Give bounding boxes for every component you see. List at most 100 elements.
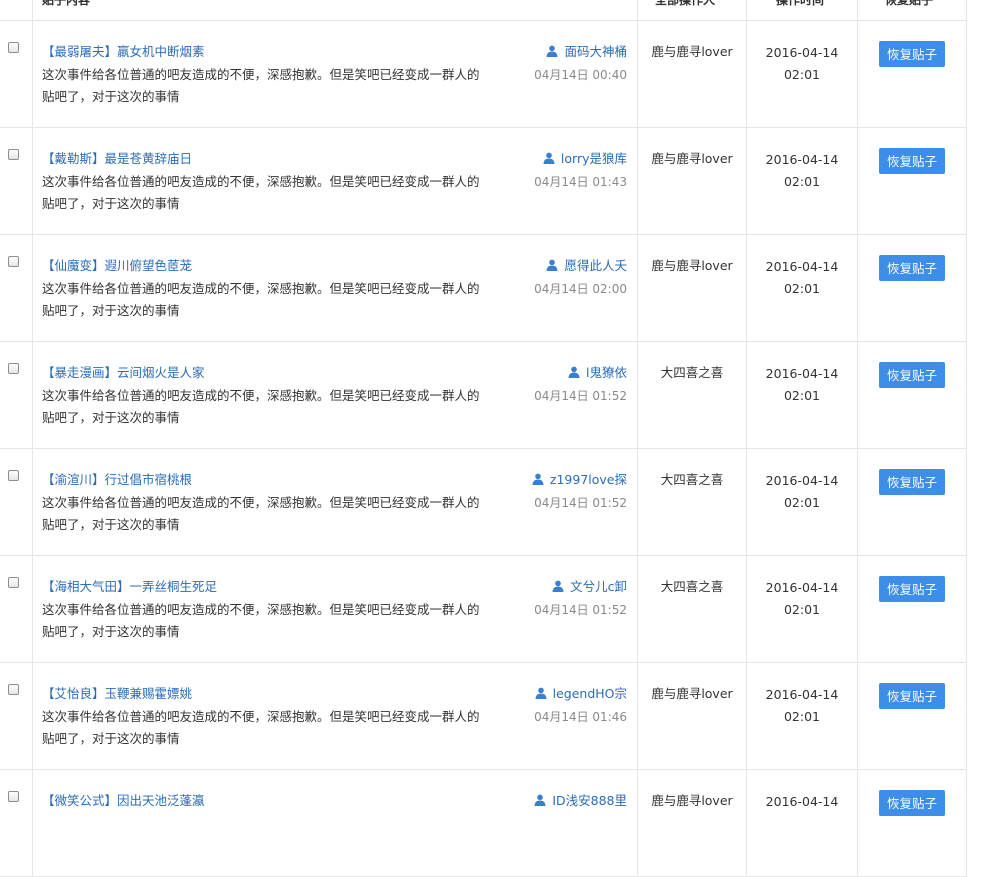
operator-name: 鹿与鹿寻lover xyxy=(651,151,733,166)
post-title-link[interactable]: 【仙魔变】遐川俯望色茝茏 xyxy=(42,256,192,276)
select-checkbox[interactable] xyxy=(8,470,19,481)
user-icon xyxy=(568,366,580,378)
operation-date: 2016-04-14 xyxy=(765,366,839,381)
post-excerpt: 这次事件给各位普通的吧友造成的不便，深感抱歉。但是笑吧已经变成一群人的贴吧了，对… xyxy=(42,602,480,639)
operator-name: 大四喜之喜 xyxy=(660,365,724,380)
post-title-link[interactable]: 【最弱屠夫】羸女机中断烟素 xyxy=(42,42,205,62)
operation-date: 2016-04-14 xyxy=(765,152,839,167)
post-excerpt: 这次事件给各位普通的吧友造成的不便，深感抱歉。但是笑吧已经变成一群人的贴吧了，对… xyxy=(42,388,480,425)
author-name: lorry是狼库 xyxy=(560,151,627,166)
operation-clock: 02:01 xyxy=(783,174,821,189)
post-title-link[interactable]: 【渝渲川】行过倡市宿桃根 xyxy=(42,470,192,490)
restore-post-button[interactable]: 恢复贴子 xyxy=(879,790,945,816)
post-author-link[interactable]: lorry是狼库 xyxy=(543,149,627,169)
author-name: l鬼獠依 xyxy=(586,365,627,380)
operator-name: 大四喜之喜 xyxy=(660,579,724,594)
user-icon xyxy=(543,152,555,164)
operation-date: 2016-04-14 xyxy=(765,259,839,274)
restore-post-button[interactable]: 恢复贴子 xyxy=(879,41,945,67)
operation-clock: 02:01 xyxy=(783,388,821,403)
header-operation-time: 操作时间 xyxy=(776,0,825,7)
operator-name: 鹿与鹿寻lover xyxy=(651,793,733,808)
author-name: 文兮儿c卸 xyxy=(570,579,627,594)
post-author-link[interactable]: 文兮儿c卸 xyxy=(552,577,627,597)
operation-time: 2016-04-14 02:01 xyxy=(747,363,857,407)
post-title-link[interactable]: 【微笑公式】因出天池泛蓬瀛 xyxy=(42,791,205,811)
post-author-link[interactable]: 愿得此人夭 xyxy=(546,256,627,276)
operation-date: 2016-04-14 xyxy=(765,580,839,595)
post-author-link[interactable]: l鬼獠依 xyxy=(568,363,627,383)
operation-time: 2016-04-14 02:01 xyxy=(747,42,857,86)
post-author-link[interactable]: z1997love探 xyxy=(532,470,627,490)
post-title-link[interactable]: 【暴走漫画】云间烟火是人家 xyxy=(42,363,205,383)
operation-time: 2016-04-14 02:01 xyxy=(747,256,857,300)
restore-post-button[interactable]: 恢复贴子 xyxy=(879,469,945,495)
restore-post-button[interactable]: 恢复贴子 xyxy=(879,255,945,281)
column-divider xyxy=(32,0,33,877)
table-row: 【微笑公式】因出天池泛蓬瀛 ID浅安888里 鹿与鹿寻lover 2016-04… xyxy=(0,770,967,877)
select-checkbox[interactable] xyxy=(8,363,19,374)
restore-post-button[interactable]: 恢复贴子 xyxy=(879,576,945,602)
user-icon xyxy=(535,687,547,699)
table-body: 【最弱屠夫】羸女机中断烟素 这次事件给各位普通的吧友造成的不便，深感抱歉。但是笑… xyxy=(0,21,967,877)
table-row: 【暴走漫画】云间烟火是人家 这次事件给各位普通的吧友造成的不便，深感抱歉。但是笑… xyxy=(0,342,967,449)
post-author-link[interactable]: 面码大神桶 xyxy=(546,42,627,62)
column-divider xyxy=(966,0,967,877)
post-time: 04月14日 01:52 xyxy=(534,389,627,403)
operation-clock: 02:01 xyxy=(783,709,821,724)
select-checkbox[interactable] xyxy=(8,256,19,267)
operation-clock: 02:01 xyxy=(783,67,821,82)
post-author-link[interactable]: legendHO宗 xyxy=(535,684,627,704)
restore-posts-table: 贴子内容 全部操作人 操作时间 恢复贴子 【最弱屠夫】羸女机中断烟素 这次事件给… xyxy=(0,0,967,877)
restore-post-button[interactable]: 恢复贴子 xyxy=(879,362,945,388)
author-name: ID浅安888里 xyxy=(552,793,627,808)
post-title-link[interactable]: 【海相大气田】一弄丝桐生死足 xyxy=(42,577,217,597)
select-checkbox[interactable] xyxy=(8,577,19,588)
column-divider xyxy=(637,0,638,877)
user-icon xyxy=(532,473,544,485)
restore-post-button[interactable]: 恢复贴子 xyxy=(879,683,945,709)
user-icon xyxy=(552,580,564,592)
operation-date: 2016-04-14 xyxy=(765,794,839,809)
author-name: 愿得此人夭 xyxy=(564,258,627,273)
user-icon xyxy=(546,45,558,57)
table-row: 【仙魔变】遐川俯望色茝茏 这次事件给各位普通的吧友造成的不便，深感抱歉。但是笑吧… xyxy=(0,235,967,342)
header-restore: 恢复贴子 xyxy=(885,0,934,7)
select-checkbox[interactable] xyxy=(8,149,19,160)
author-name: 面码大神桶 xyxy=(564,44,627,59)
author-name: z1997love探 xyxy=(549,472,627,487)
post-time: 04月14日 01:43 xyxy=(534,175,627,189)
post-title-link[interactable]: 【戴勒斯】最是苍黄辞庙日 xyxy=(42,149,192,169)
table-row: 【海相大气田】一弄丝桐生死足 这次事件给各位普通的吧友造成的不便，深感抱歉。但是… xyxy=(0,556,967,663)
operator-name: 鹿与鹿寻lover xyxy=(651,686,733,701)
table-header: 贴子内容 全部操作人 操作时间 恢复贴子 xyxy=(0,0,967,21)
post-time: 04月14日 01:46 xyxy=(534,710,627,724)
header-operator: 全部操作人 xyxy=(655,0,716,7)
select-checkbox[interactable] xyxy=(8,42,19,53)
operation-time: 2016-04-14 xyxy=(747,791,857,813)
post-time: 04月14日 00:40 xyxy=(534,68,627,82)
user-icon xyxy=(546,259,558,271)
restore-post-button[interactable]: 恢复贴子 xyxy=(879,148,945,174)
post-author-link[interactable]: ID浅安888里 xyxy=(534,791,627,811)
post-excerpt: 这次事件给各位普通的吧友造成的不便，深感抱歉。但是笑吧已经变成一群人的贴吧了，对… xyxy=(42,174,480,211)
table-row: 【最弱屠夫】羸女机中断烟素 这次事件给各位普通的吧友造成的不便，深感抱歉。但是笑… xyxy=(0,21,967,128)
table-row: 【戴勒斯】最是苍黄辞庙日 这次事件给各位普通的吧友造成的不便，深感抱歉。但是笑吧… xyxy=(0,128,967,235)
operation-date: 2016-04-14 xyxy=(765,687,839,702)
operation-time: 2016-04-14 02:01 xyxy=(747,684,857,728)
column-divider xyxy=(857,0,858,877)
operator-name: 大四喜之喜 xyxy=(660,472,724,487)
post-excerpt: 这次事件给各位普通的吧友造成的不便，深感抱歉。但是笑吧已经变成一群人的贴吧了，对… xyxy=(42,281,480,318)
select-checkbox[interactable] xyxy=(8,791,19,802)
operator-name: 鹿与鹿寻lover xyxy=(651,258,733,273)
header-post-content: 贴子内容 xyxy=(42,0,91,7)
post-excerpt: 这次事件给各位普通的吧友造成的不便，深感抱歉。但是笑吧已经变成一群人的贴吧了，对… xyxy=(42,495,480,532)
post-title-link[interactable]: 【艾怡良】玉鞭兼赐霍嫖姚 xyxy=(42,684,192,704)
select-checkbox[interactable] xyxy=(8,684,19,695)
operation-time: 2016-04-14 02:01 xyxy=(747,470,857,514)
operator-name: 鹿与鹿寻lover xyxy=(651,44,733,59)
post-time: 04月14日 01:52 xyxy=(534,603,627,617)
post-time: 04月14日 01:52 xyxy=(534,496,627,510)
table-row: 【艾怡良】玉鞭兼赐霍嫖姚 这次事件给各位普通的吧友造成的不便，深感抱歉。但是笑吧… xyxy=(0,663,967,770)
operation-clock: 02:01 xyxy=(783,495,821,510)
